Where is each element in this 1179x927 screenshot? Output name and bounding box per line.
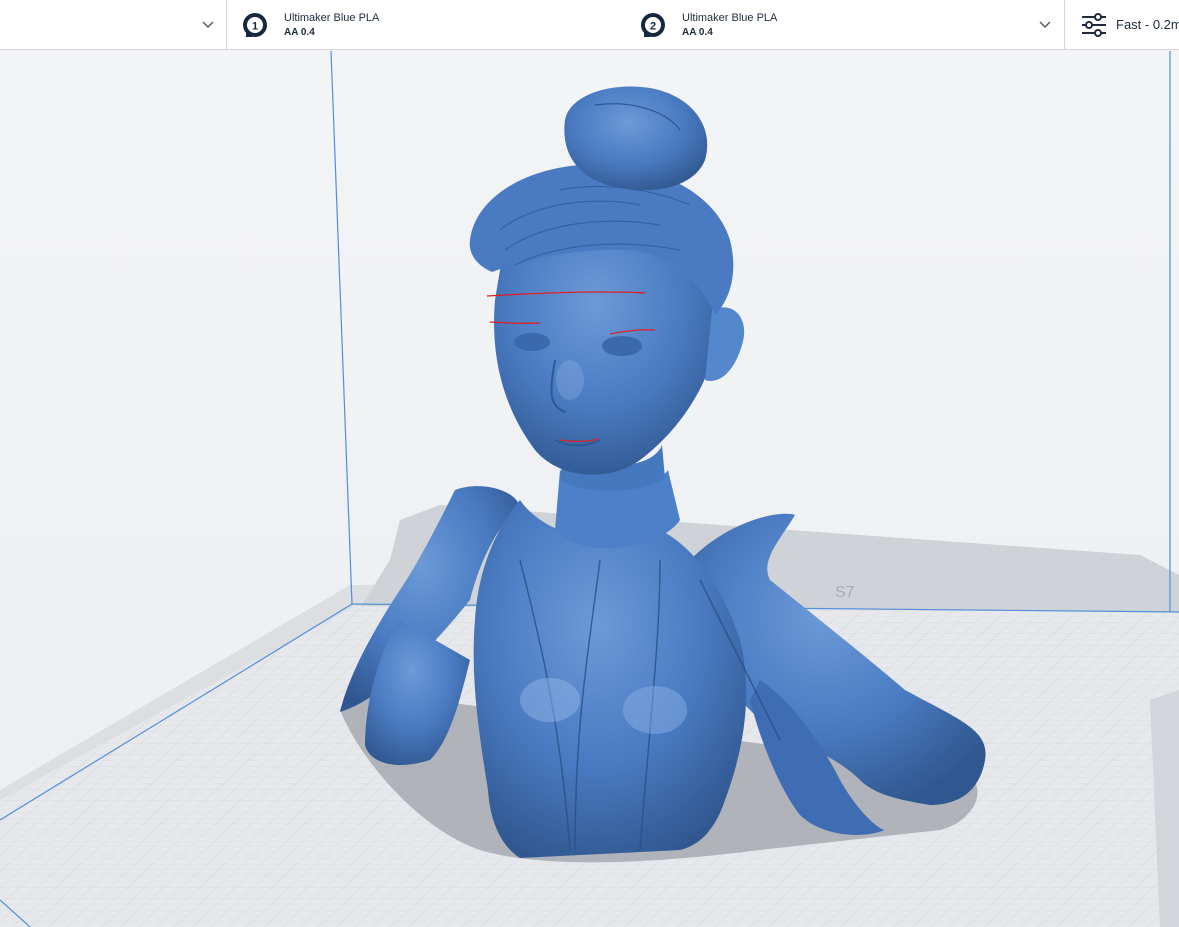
scene: S7 bbox=[0, 51, 1179, 927]
left-eye bbox=[514, 333, 550, 351]
3d-viewport[interactable]: S7 bbox=[0, 51, 1179, 927]
svg-text:1: 1 bbox=[252, 21, 258, 33]
extruder-2-core: AA 0.4 bbox=[682, 27, 713, 38]
stage-menu-header: 1 Ultimaker Blue PLA AA 0.4 2 Ultimaker … bbox=[0, 0, 1179, 50]
print-profile-label: Fast - 0.2m bbox=[1116, 17, 1179, 32]
right-eye bbox=[602, 336, 642, 356]
print-settings-selector[interactable]: Fast - 0.2m bbox=[1064, 0, 1179, 50]
extruder-1-core: AA 0.4 bbox=[284, 27, 315, 38]
build-plate-logo: S7 bbox=[835, 584, 855, 601]
sliders-icon bbox=[1082, 13, 1106, 37]
svg-text:2: 2 bbox=[650, 21, 656, 33]
extruder-2-icon: 2 bbox=[641, 13, 665, 37]
extruder-1-material: Ultimaker Blue PLA bbox=[284, 12, 380, 24]
chevron-down-icon bbox=[202, 21, 214, 28]
extruder-1-icon: 1 bbox=[243, 13, 267, 37]
extruder-2-material: Ultimaker Blue PLA bbox=[682, 12, 778, 24]
chevron-down-icon[interactable] bbox=[1038, 17, 1052, 31]
printer-selector[interactable] bbox=[0, 0, 226, 50]
